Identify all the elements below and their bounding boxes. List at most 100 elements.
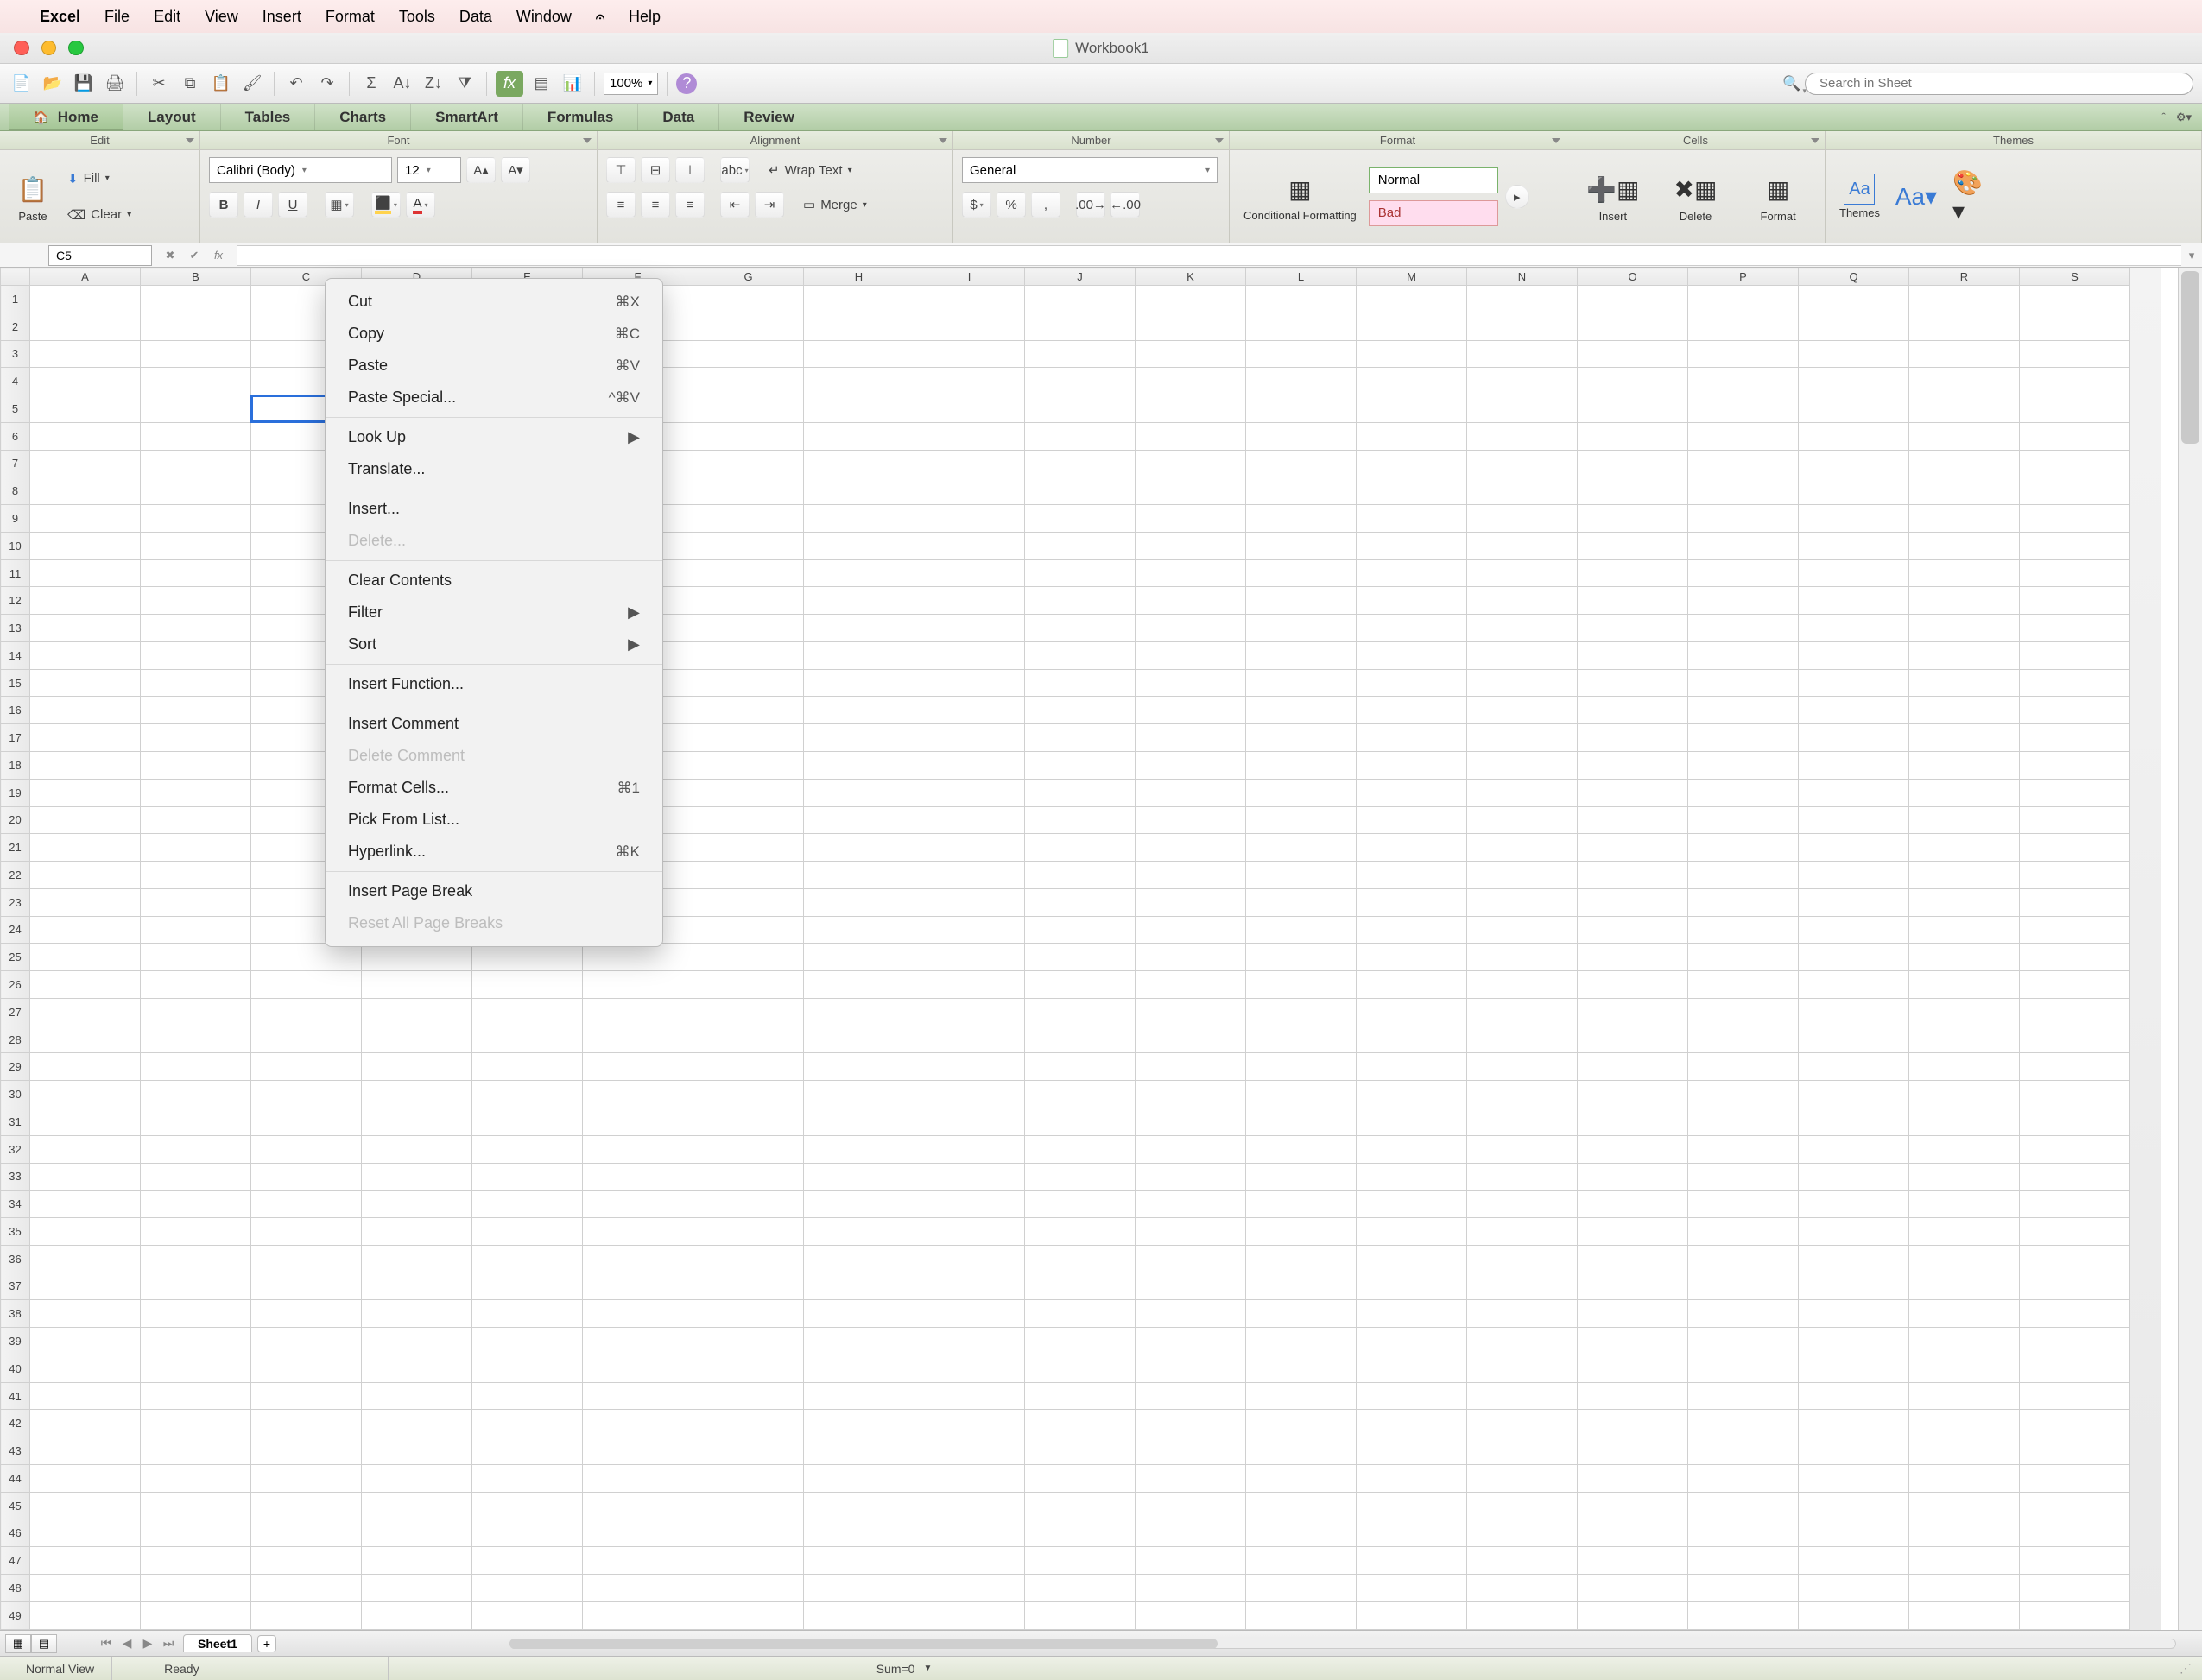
cell[interactable] <box>1799 587 1909 615</box>
cell[interactable] <box>1799 944 1909 971</box>
menu-script-icon[interactable]: 𝄐 <box>596 8 604 26</box>
cell[interactable] <box>804 1519 914 1547</box>
cell[interactable] <box>472 1273 583 1300</box>
cell[interactable] <box>1467 559 1578 587</box>
cell[interactable] <box>2020 450 2130 477</box>
cell[interactable] <box>1357 313 1467 340</box>
cell[interactable] <box>1357 1410 1467 1437</box>
cell[interactable] <box>1136 1492 1246 1519</box>
cell[interactable] <box>2020 1108 2130 1135</box>
cell[interactable] <box>1136 944 1246 971</box>
cell[interactable] <box>1688 395 1799 423</box>
context-menu-item[interactable]: Insert Function... <box>326 668 662 700</box>
cell[interactable] <box>1246 1519 1357 1547</box>
cell[interactable] <box>914 1135 1025 1163</box>
cell[interactable] <box>1909 587 2020 615</box>
column-header[interactable]: G <box>693 268 804 286</box>
row-header[interactable]: 3 <box>1 340 30 368</box>
cell[interactable] <box>1357 368 1467 395</box>
cell[interactable] <box>251 1135 362 1163</box>
row-header[interactable]: 8 <box>1 477 30 505</box>
decrease-font-icon[interactable]: A▾ <box>501 157 530 183</box>
cell[interactable] <box>1467 752 1578 780</box>
row-header[interactable]: 26 <box>1 971 30 999</box>
cell[interactable] <box>1357 1601 1467 1629</box>
fx-icon[interactable]: fx <box>209 246 228 265</box>
cell[interactable] <box>141 1053 251 1081</box>
cell[interactable] <box>1025 1492 1136 1519</box>
cell[interactable] <box>251 1300 362 1328</box>
row-header[interactable]: 38 <box>1 1300 30 1328</box>
column-header[interactable]: K <box>1136 268 1246 286</box>
name-box[interactable]: C5 <box>48 245 152 266</box>
cell[interactable] <box>1136 286 1246 313</box>
cell[interactable] <box>1136 779 1246 806</box>
cell[interactable] <box>1799 1547 1909 1575</box>
cell[interactable] <box>141 422 251 450</box>
cell[interactable] <box>362 1601 472 1629</box>
cell[interactable] <box>693 998 804 1026</box>
cell[interactable] <box>583 1601 693 1629</box>
cell[interactable] <box>1467 806 1578 834</box>
font-color-button[interactable]: A <box>406 192 435 218</box>
cell[interactable] <box>1688 1053 1799 1081</box>
cell[interactable] <box>30 1410 141 1437</box>
cell[interactable] <box>1688 1026 1799 1053</box>
cell[interactable] <box>30 1355 141 1382</box>
row-header[interactable]: 28 <box>1 1026 30 1053</box>
format-cells-button[interactable]: ▦Format <box>1754 168 1802 224</box>
cell[interactable] <box>1246 998 1357 1026</box>
cell[interactable] <box>472 1410 583 1437</box>
cell[interactable] <box>1136 505 1246 533</box>
cell[interactable] <box>914 532 1025 559</box>
cell[interactable] <box>693 1547 804 1575</box>
cell[interactable] <box>472 1218 583 1246</box>
delete-cells-button[interactable]: ✖▦Delete <box>1671 168 1719 224</box>
cell[interactable] <box>1688 806 1799 834</box>
cell[interactable] <box>1136 834 1246 862</box>
cell[interactable] <box>1467 834 1578 862</box>
cell[interactable] <box>1688 944 1799 971</box>
cell[interactable] <box>1357 1245 1467 1273</box>
context-menu-item[interactable]: Pick From List... <box>326 804 662 836</box>
cell[interactable] <box>914 559 1025 587</box>
row-header[interactable]: 42 <box>1 1410 30 1437</box>
cell[interactable] <box>1136 862 1246 889</box>
cell[interactable] <box>914 1410 1025 1437</box>
cell[interactable] <box>1357 1026 1467 1053</box>
cell[interactable] <box>472 944 583 971</box>
cell[interactable] <box>1467 1601 1578 1629</box>
row-header[interactable]: 16 <box>1 697 30 724</box>
percent-format-icon[interactable]: % <box>997 192 1026 218</box>
cell[interactable] <box>1909 1355 2020 1382</box>
cell[interactable] <box>914 1601 1025 1629</box>
cell[interactable] <box>1578 559 1688 587</box>
cell[interactable] <box>1467 1328 1578 1355</box>
cell[interactable] <box>804 1492 914 1519</box>
cell[interactable] <box>1467 395 1578 423</box>
cell[interactable] <box>2020 1191 2130 1218</box>
cell[interactable] <box>1578 615 1688 642</box>
cell[interactable] <box>1578 916 1688 944</box>
cell[interactable] <box>1909 532 2020 559</box>
cell[interactable] <box>2020 559 2130 587</box>
cell[interactable] <box>1467 340 1578 368</box>
cell[interactable] <box>693 1410 804 1437</box>
cell[interactable] <box>251 1492 362 1519</box>
cell[interactable] <box>30 587 141 615</box>
cell[interactable] <box>1799 450 1909 477</box>
style-bad[interactable]: Bad <box>1369 200 1498 226</box>
cell[interactable] <box>804 1574 914 1601</box>
cell[interactable] <box>251 1410 362 1437</box>
cell[interactable] <box>1467 1081 1578 1108</box>
window-zoom-button[interactable] <box>68 41 84 56</box>
cell[interactable] <box>1246 1492 1357 1519</box>
tab-home[interactable]: 🏠Home <box>9 104 123 130</box>
cell[interactable] <box>251 1163 362 1191</box>
cell[interactable] <box>1136 368 1246 395</box>
cell[interactable] <box>1357 422 1467 450</box>
cell[interactable] <box>583 1382 693 1410</box>
cell[interactable] <box>1909 1163 2020 1191</box>
cell[interactable] <box>1578 532 1688 559</box>
cell[interactable] <box>914 340 1025 368</box>
